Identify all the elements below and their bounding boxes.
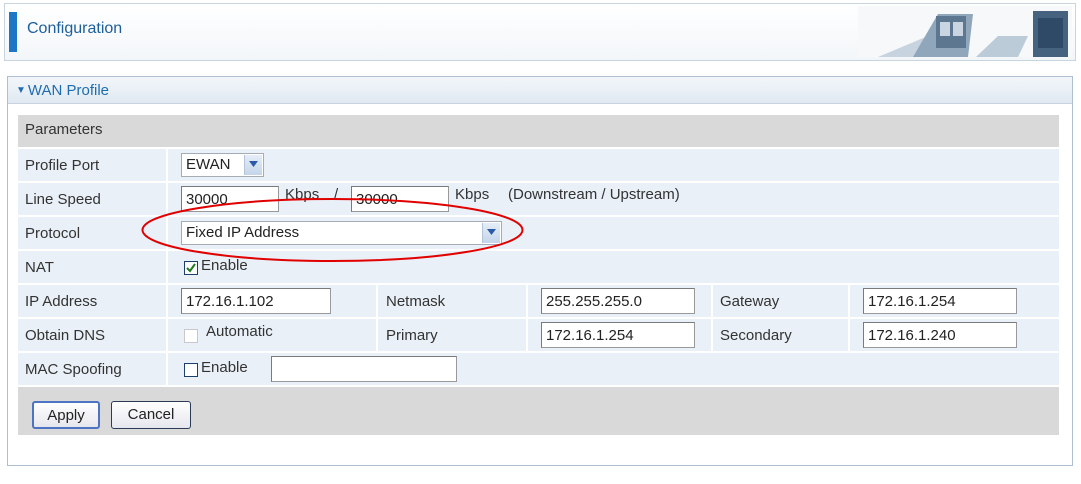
profile-port-value: EWAN (186, 156, 231, 173)
mac-spoofing-enable-checkbox[interactable] (184, 363, 198, 377)
mac-address-input[interactable] (271, 356, 457, 382)
line-speed-label: Line Speed (25, 191, 101, 208)
column-divider (848, 319, 850, 351)
column-divider (848, 285, 850, 317)
chevron-down-icon (244, 155, 262, 175)
protocol-highlight-ellipse (141, 198, 524, 262)
obtain-dns-automatic-label: Automatic (206, 323, 273, 340)
profile-port-select[interactable]: EWAN (181, 153, 264, 177)
primary-dns-label: Primary (386, 327, 438, 344)
wan-profile-panel: ▼ WAN Profile Parameters Profile Port EWA… (7, 76, 1073, 466)
secondary-dns-label: Secondary (720, 327, 792, 344)
gateway-input[interactable]: 172.16.1.254 (863, 288, 1017, 314)
netmask-input[interactable]: 255.255.255.0 (541, 288, 695, 314)
panel-title: ▼ WAN Profile (16, 82, 110, 99)
column-divider (376, 285, 378, 317)
column-divider (376, 319, 378, 351)
mac-spoofing-label: MAC Spoofing (25, 361, 122, 378)
ip-address-input[interactable]: 172.16.1.102 (181, 288, 331, 314)
cancel-button[interactable]: Cancel (111, 401, 191, 429)
ip-address-row: IP Address 172.16.1.102 Netmask 255.255.… (18, 285, 1059, 319)
header-office-graphic-icon (858, 6, 1072, 57)
obtain-dns-label: Obtain DNS (25, 327, 106, 344)
column-divider (166, 285, 168, 317)
column-divider (166, 319, 168, 351)
panel-title-bar[interactable]: ▼ WAN Profile (8, 77, 1072, 104)
primary-dns-input[interactable]: 172.16.1.254 (541, 322, 695, 348)
header-accent-bar (9, 12, 17, 52)
obtain-dns-row: Obtain DNS Automatic Primary 172.16.1.25… (18, 319, 1059, 353)
netmask-label: Netmask (386, 293, 446, 310)
nat-label: NAT (25, 259, 54, 276)
column-divider (526, 285, 528, 317)
protocol-label: Protocol (25, 225, 81, 242)
line-speed-note: (Downstream / Upstream) (508, 186, 680, 203)
apply-button[interactable]: Apply (32, 401, 100, 429)
page-header: Configuration (4, 3, 1076, 61)
column-divider (166, 353, 168, 385)
mac-spoofing-enable-label: Enable (201, 359, 248, 376)
obtain-dns-automatic-checkbox[interactable] (184, 329, 198, 343)
column-divider (166, 149, 168, 181)
collapse-triangle-icon: ▼ (16, 85, 26, 96)
profile-port-label: Profile Port (25, 157, 100, 174)
parameters-header-row: Parameters (18, 115, 1059, 149)
gateway-label: Gateway (720, 293, 780, 310)
parameters-header: Parameters (25, 121, 103, 138)
page-title: Configuration (27, 20, 123, 37)
mac-spoofing-row: MAC Spoofing Enable (18, 353, 1059, 387)
profile-port-row: Profile Port EWAN (18, 149, 1059, 183)
button-row: Apply Cancel (18, 387, 1059, 437)
ip-address-label: IP Address (25, 293, 98, 310)
column-divider (526, 319, 528, 351)
secondary-dns-input[interactable]: 172.16.1.240 (863, 322, 1017, 348)
column-divider (711, 319, 713, 351)
column-divider (711, 285, 713, 317)
